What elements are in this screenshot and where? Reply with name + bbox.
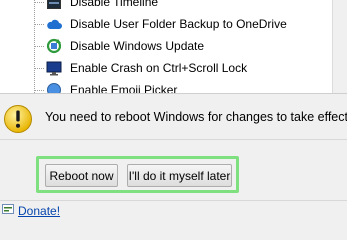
tree-item[interactable]: Disable Windows Update	[34, 35, 334, 57]
onedrive-cloud-icon	[46, 16, 62, 32]
tree-item[interactable]: Enable Crash on Ctrl+Scroll Lock	[34, 57, 334, 79]
tree-connector	[34, 23, 44, 25]
tree-connector	[34, 89, 44, 91]
reboot-now-button[interactable]: Reboot now	[45, 164, 118, 187]
tree-connector	[34, 1, 44, 3]
divider	[0, 200, 347, 201]
tree-item-label: Enable Crash on Ctrl+Scroll Lock	[70, 61, 248, 75]
monitor-icon	[46, 60, 62, 76]
divider	[0, 93, 347, 94]
tree-item-label: Enable Emoji Picker	[70, 83, 178, 93]
tree-item[interactable]: Disable Timeline	[34, 0, 334, 13]
windows-update-icon	[46, 38, 62, 54]
tree-scrollbar[interactable]	[332, 0, 340, 93]
tree-connector	[34, 67, 44, 69]
donate-area[interactable]: Donate!	[2, 203, 60, 218]
tweak-tree-list[interactable]: Disable Timeline Disable User Folder Bac…	[0, 0, 340, 93]
emoji-picker-icon	[46, 82, 62, 93]
tree-item-label: Disable Timeline	[70, 0, 159, 9]
tree-item[interactable]: Enable Emoji Picker	[34, 79, 334, 93]
reboot-later-button[interactable]: I'll do it myself later	[127, 164, 232, 187]
tree-item[interactable]: Disable User Folder Backup to OneDrive	[34, 13, 334, 35]
tree-connector	[34, 45, 44, 47]
tree-item-label: Disable User Folder Backup to OneDrive	[70, 17, 287, 31]
window-icon	[46, 0, 62, 10]
donate-link[interactable]: Donate!	[18, 204, 60, 218]
donate-icon[interactable]	[2, 203, 14, 218]
tree-item-label: Disable Windows Update	[70, 39, 205, 53]
warning-icon	[3, 104, 33, 134]
divider	[0, 139, 347, 140]
reboot-message: You need to reboot Windows for changes t…	[45, 110, 347, 124]
